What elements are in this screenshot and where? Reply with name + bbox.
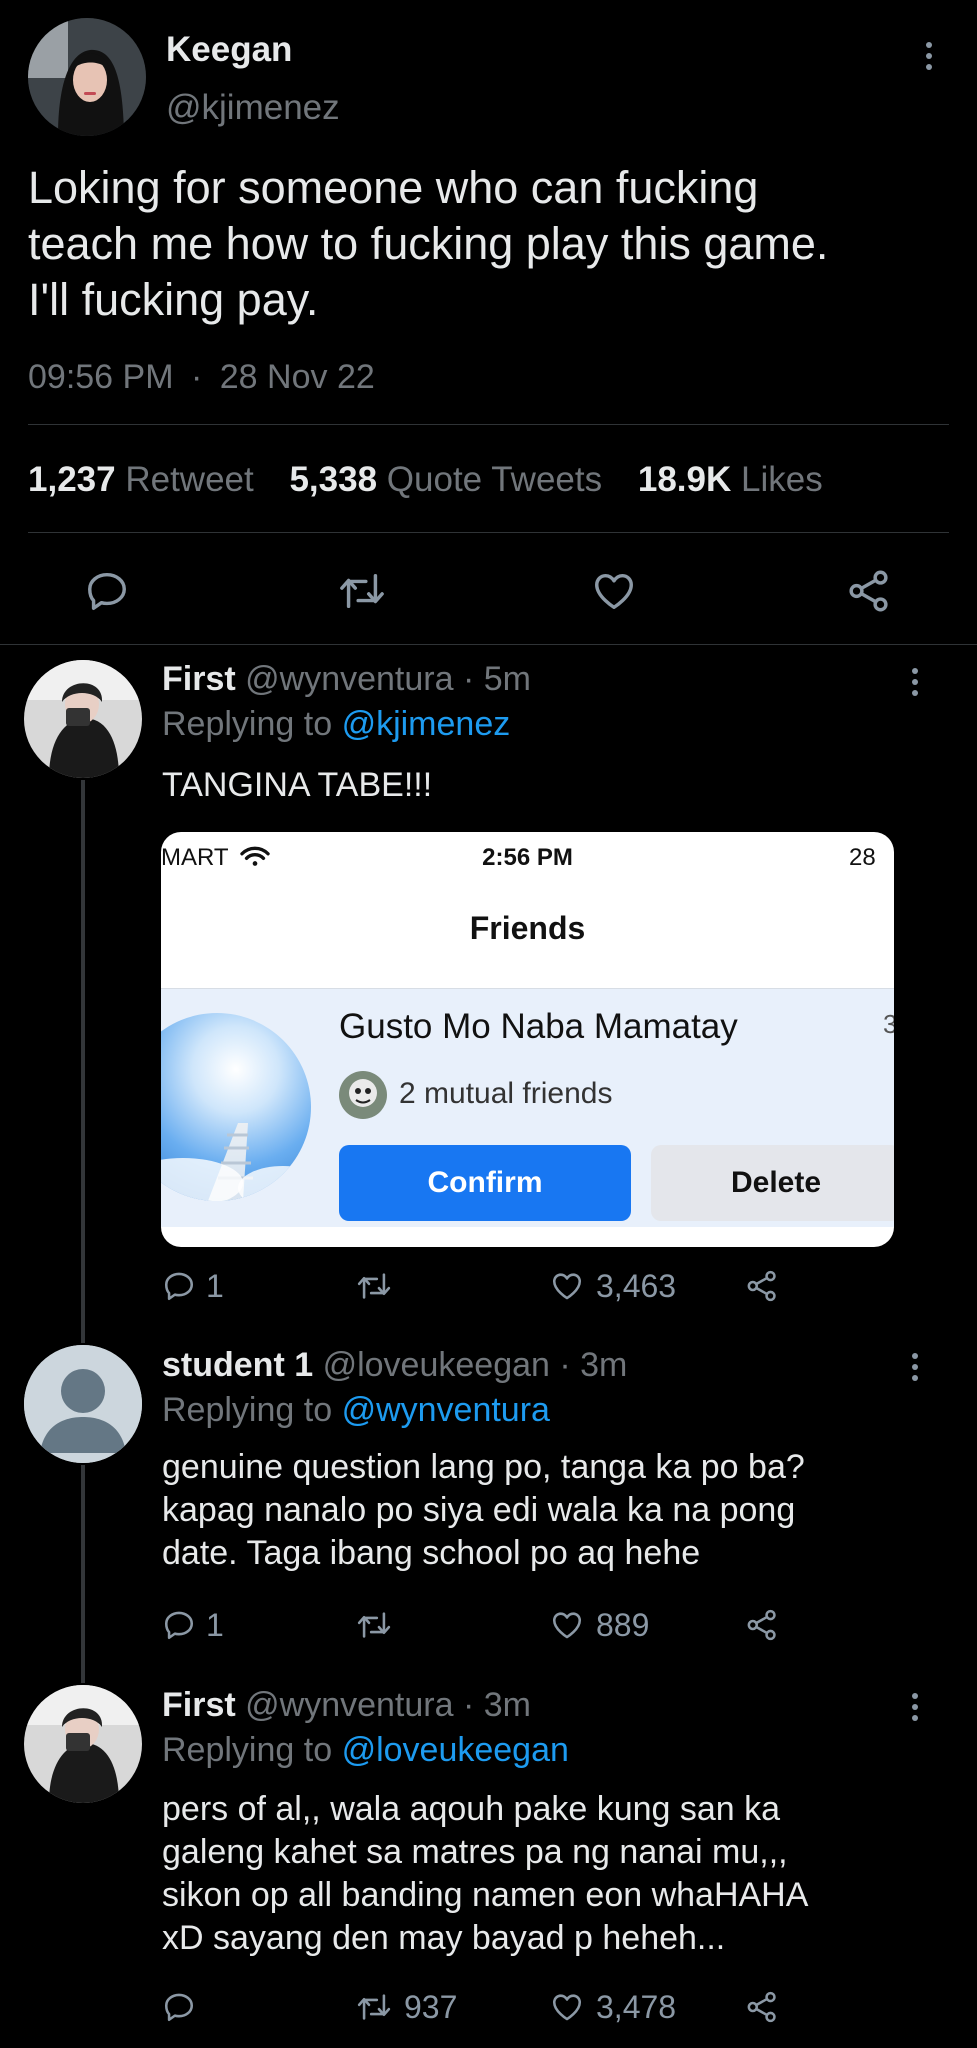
handle[interactable]: @wynventura: [245, 1686, 453, 1724]
share-icon[interactable]: [745, 1608, 779, 1642]
likes-label[interactable]: Likes: [741, 460, 823, 499]
share-icon[interactable]: [846, 568, 892, 614]
embedded-image[interactable]: MART 2:56 PM 28 Friends Gusto Mo Naba Ma…: [161, 832, 894, 1247]
reply-text-line: genuine question lang po, tanga ka po ba…: [162, 1448, 805, 1486]
replying-label: Replying to: [162, 705, 333, 743]
retweet-count[interactable]: 1,237: [28, 460, 116, 499]
replying-to: Replying to @kjimenez: [162, 705, 510, 744]
reply-time: · 3m: [462, 1686, 531, 1724]
reply-text-line: galeng kahet sa matres pa ng nanai mu,,,: [162, 1833, 788, 1871]
battery: 28: [849, 844, 876, 871]
avatar[interactable]: [28, 18, 146, 136]
reply-time: · 3m: [559, 1346, 628, 1384]
replying-to: Replying to @loveukeegan: [162, 1731, 569, 1770]
divider: [28, 532, 949, 533]
reply-header: student 1 @loveukeegan · 3m: [162, 1346, 627, 1385]
retweet-icon[interactable]: [355, 1269, 393, 1303]
divider: [28, 424, 949, 425]
share-icon[interactable]: [745, 1990, 779, 2024]
reply-text-line: date. Taga ibang school po aq hehe: [162, 1534, 701, 1572]
reply-text-line: xD sayang den may bayad p heheh...: [162, 1919, 726, 1957]
handle[interactable]: @kjimenez: [166, 88, 340, 128]
avatar[interactable]: [24, 1345, 142, 1463]
reply-time: · 5m: [462, 660, 531, 698]
confirm-label: Confirm: [427, 1166, 543, 1199]
replying-to: Replying to @wynventura: [162, 1391, 550, 1430]
handle[interactable]: @wynventura: [245, 660, 453, 698]
like-count: 3,478: [596, 1989, 677, 2025]
tweet-text-line: I'll fucking pay.: [28, 274, 319, 325]
like-icon[interactable]: [550, 1269, 584, 1303]
more-options-icon[interactable]: [910, 1693, 920, 1726]
reply-header: First @wynventura · 5m: [162, 660, 531, 699]
tweet-text: Loking for someone who can fucking teach…: [28, 160, 828, 328]
reply-text-line: sikon op all banding namen eon whaHAHA: [162, 1876, 809, 1914]
reply-icon[interactable]: [162, 1990, 196, 2024]
quote-label[interactable]: Quote Tweets: [387, 460, 602, 499]
friend-name[interactable]: Gusto Mo Naba Mamatay: [339, 1007, 738, 1047]
screen-title: Friends: [469, 910, 586, 946]
thread-line: [81, 780, 85, 1343]
reply-text-line: kapag nanalo po siya edi wala ka na pong: [162, 1491, 796, 1529]
handle[interactable]: @loveukeegan: [323, 1346, 550, 1384]
retweet-count: 937: [404, 1989, 458, 2025]
side-number: 3: [883, 1009, 894, 1039]
display-name[interactable]: First: [162, 660, 236, 698]
mutual-avatar: [339, 1071, 387, 1119]
reply-icon[interactable]: [162, 1269, 196, 1303]
mutual-friends: 2 mutual friends: [399, 1077, 613, 1110]
avatar[interactable]: [24, 1685, 142, 1803]
like-icon[interactable]: [550, 1990, 584, 2024]
reply-count: 1: [206, 1607, 224, 1643]
quote-count[interactable]: 5,338: [289, 460, 377, 499]
like-icon[interactable]: [550, 1608, 584, 1642]
reply-header: First @wynventura · 3m: [162, 1686, 531, 1725]
status-time: 2:56 PM: [482, 844, 573, 871]
reply-text-line: pers of al,, wala aqouh pake kung san ka: [162, 1790, 781, 1828]
retweet-icon[interactable]: [337, 568, 387, 614]
more-options-icon[interactable]: [924, 42, 934, 75]
likes-count[interactable]: 18.9K: [638, 460, 731, 499]
tweet-time: 09:56 PM: [28, 358, 174, 396]
more-options-icon[interactable]: [910, 1353, 920, 1386]
like-icon[interactable]: [591, 568, 637, 614]
confirm-button[interactable]: Confirm: [339, 1145, 631, 1221]
display-name[interactable]: student 1: [162, 1346, 313, 1384]
reply-icon[interactable]: [84, 568, 130, 614]
replying-label: Replying to: [162, 1731, 333, 1769]
like-count: 889: [596, 1607, 650, 1643]
tweet-text-line: Loking for someone who can fucking: [28, 162, 759, 213]
thread-line: [81, 1465, 85, 1683]
avatar[interactable]: [24, 660, 142, 778]
reply-text: pers of al,, wala aqouh pake kung san ka…: [162, 1788, 808, 1960]
tweet-stats: 1,237 Retweet 5,338 Quote Tweets 18.9K L…: [28, 460, 823, 500]
replying-label: Replying to: [162, 1391, 333, 1429]
retweet-label[interactable]: Retweet: [125, 460, 253, 499]
delete-button[interactable]: Delete: [651, 1145, 894, 1221]
like-count: 3,463: [596, 1268, 677, 1304]
display-name[interactable]: Keegan: [166, 30, 292, 70]
separator: ·: [190, 358, 203, 396]
more-options-icon[interactable]: [910, 668, 920, 701]
mention-link[interactable]: @wynventura: [342, 1391, 550, 1429]
mention-link[interactable]: @loveukeegan: [342, 1731, 569, 1769]
timestamp: 09:56 PM · 28 Nov 22: [28, 358, 375, 397]
reply-text: TANGINA TABE!!!: [162, 766, 433, 804]
friend-request-card: Gusto Mo Naba Mamatay 3 2 mutual friends…: [161, 988, 894, 1227]
delete-label: Delete: [730, 1166, 822, 1199]
retweet-icon[interactable]: [355, 1608, 393, 1642]
retweet-icon[interactable]: [355, 1990, 393, 2024]
display-name[interactable]: First: [162, 1686, 236, 1724]
tweet-date: 28 Nov 22: [219, 358, 375, 396]
reply-count: 1: [206, 1268, 224, 1304]
divider: [0, 644, 977, 645]
tweet-text-line: teach me how to fucking play this game.: [28, 218, 829, 269]
reply-icon[interactable]: [162, 1608, 196, 1642]
mention-link[interactable]: @kjimenez: [342, 705, 511, 743]
friend-avatar: [161, 1013, 311, 1201]
share-icon[interactable]: [745, 1269, 779, 1303]
reply-text: genuine question lang po, tanga ka po ba…: [162, 1446, 805, 1575]
